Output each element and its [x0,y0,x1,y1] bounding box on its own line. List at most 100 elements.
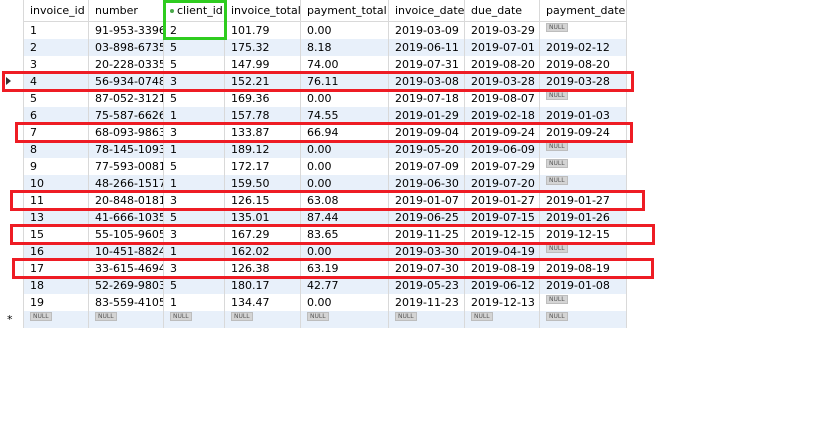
cell-invoice-id[interactable]: 19 [24,294,89,311]
cell-payment-total[interactable]: 0.00 [301,175,389,192]
cell-client-id[interactable]: 1 [164,141,225,158]
table-row[interactable]: 13 41-666-1035 5 135.01 87.44 2019-06-25 2019-… [0,209,627,226]
cell-due-date[interactable]: 2019-08-19 [465,260,540,277]
cell-payment-date[interactable]: 2019-01-03 [540,107,627,124]
cell-client-id[interactable]: 3 [164,73,225,90]
cell-client-id[interactable]: 2 [164,22,225,39]
row-selector[interactable] [0,294,24,311]
cell-invoice-total[interactable]: 133.87 [225,124,301,141]
cell-client-id[interactable]: 5 [164,56,225,73]
row-selector[interactable] [0,107,24,124]
cell-invoice-date[interactable]: 2019-03-09 [389,22,465,39]
row-selector[interactable] [0,277,24,294]
cell-invoice-id[interactable]: 15 [24,226,89,243]
cell-due-date[interactable]: 2019-07-29 [465,158,540,175]
row-selector[interactable] [0,90,24,107]
cell-number[interactable]: 48-266-1517 [89,175,164,192]
column-header-payment-total[interactable]: payment_total [301,0,389,22]
cell-payment-date[interactable]: NULL [540,175,627,192]
cell-client-id[interactable]: 1 [164,294,225,311]
row-selector[interactable] [0,175,24,192]
cell-client-id[interactable]: 3 [164,260,225,277]
table-row[interactable]: 9 77-593-0081 5 172.17 0.00 2019-07-09 2019-07… [0,158,627,175]
cell-number[interactable]: 41-666-1035 [89,209,164,226]
row-selector[interactable] [0,39,24,56]
cell-invoice-total[interactable]: 169.36 [225,90,301,107]
table-row[interactable]: 3 20-228-0335 5 147.99 74.00 2019-07-31 2019-0… [0,56,627,73]
cell-invoice-id[interactable]: NULL [24,311,89,328]
cell-payment-total[interactable]: 0.00 [301,158,389,175]
cell-number[interactable]: 56-934-0748 [89,73,164,90]
table-row[interactable]: 19 83-559-4105 1 134.47 0.00 2019-11-23 2019-1… [0,294,627,311]
row-selector[interactable] [0,209,24,226]
cell-invoice-total[interactable]: 147.99 [225,56,301,73]
cell-payment-date[interactable]: NULL [540,22,627,39]
column-header-payment-date[interactable]: payment_date [540,0,627,22]
cell-payment-date[interactable]: NULL [540,243,627,260]
cell-client-id[interactable]: 5 [164,39,225,56]
column-header-due-date[interactable]: due_date [465,0,540,22]
cell-client-id[interactable]: 5 [164,209,225,226]
cell-number[interactable]: 75-587-6626 [89,107,164,124]
cell-number[interactable]: 33-615-4694 [89,260,164,277]
column-header-invoice-id[interactable]: invoice_id [24,0,89,22]
cell-invoice-date[interactable]: 2019-01-29 [389,107,465,124]
cell-due-date[interactable]: 2019-12-13 [465,294,540,311]
cell-invoice-date[interactable]: 2019-06-25 [389,209,465,226]
row-selector[interactable] [0,260,24,277]
cell-invoice-total[interactable]: 189.12 [225,141,301,158]
cell-invoice-id[interactable]: 16 [24,243,89,260]
cell-invoice-total[interactable]: 101.79 [225,22,301,39]
cell-invoice-total[interactable]: 157.78 [225,107,301,124]
cell-payment-total[interactable]: 66.94 [301,124,389,141]
cell-payment-date[interactable]: 2019-09-24 [540,124,627,141]
table-row[interactable]: 8 78-145-1093 1 189.12 0.00 2019-05-20 2019-06… [0,141,627,158]
cell-due-date[interactable]: 2019-09-24 [465,124,540,141]
column-header-invoice-date[interactable]: invoice_date [389,0,465,22]
cell-payment-date[interactable]: 2019-08-20 [540,56,627,73]
cell-due-date[interactable]: 2019-06-09 [465,141,540,158]
cell-number[interactable]: NULL [89,311,164,328]
cell-payment-total[interactable]: NULL [301,311,389,328]
cell-due-date[interactable]: 2019-08-20 [465,56,540,73]
cell-invoice-date[interactable]: 2019-03-08 [389,73,465,90]
row-selector[interactable] [0,56,24,73]
cell-payment-total[interactable]: 83.65 [301,226,389,243]
table-row[interactable]: 7 68-093-9863 3 133.87 66.94 2019-09-04 2019-0… [0,124,627,141]
cell-invoice-date[interactable]: 2019-07-30 [389,260,465,277]
table-row[interactable]: 6 75-587-6626 1 157.78 74.55 2019-01-29 2019-0… [0,107,627,124]
cell-number[interactable]: 03-898-6735 [89,39,164,56]
result-grid[interactable]: invoice_id number client_id invoice_total pa… [0,0,627,328]
cell-number[interactable]: 20-228-0335 [89,56,164,73]
cell-due-date[interactable]: 2019-03-29 [465,22,540,39]
cell-invoice-total[interactable]: 159.50 [225,175,301,192]
cell-client-id[interactable]: 5 [164,277,225,294]
cell-invoice-id[interactable]: 7 [24,124,89,141]
cell-client-id[interactable]: 1 [164,107,225,124]
cell-number[interactable]: 91-953-3396 [89,22,164,39]
cell-number[interactable]: 55-105-9605 [89,226,164,243]
cell-invoice-total[interactable]: 167.29 [225,226,301,243]
cell-payment-date[interactable]: 2019-08-19 [540,260,627,277]
cell-payment-total[interactable]: 8.18 [301,39,389,56]
table-row[interactable]: 17 33-615-4694 3 126.38 63.19 2019-07-30 2019-… [0,260,627,277]
cell-invoice-id[interactable]: 10 [24,175,89,192]
cell-payment-date[interactable]: NULL [540,90,627,107]
cell-payment-date[interactable]: 2019-03-28 [540,73,627,90]
cell-number[interactable]: 87-052-3121 [89,90,164,107]
table-row[interactable]: 10 48-266-1517 1 159.50 0.00 2019-06-30 2019-0… [0,175,627,192]
cell-payment-total[interactable]: 63.08 [301,192,389,209]
cell-payment-date[interactable]: NULL [540,158,627,175]
cell-invoice-total[interactable]: 152.21 [225,73,301,90]
cell-payment-total[interactable]: 42.77 [301,277,389,294]
cell-due-date[interactable]: 2019-08-07 [465,90,540,107]
row-selector[interactable] [0,158,24,175]
cell-payment-total[interactable]: 74.55 [301,107,389,124]
cell-invoice-total[interactable]: 180.17 [225,277,301,294]
cell-invoice-date[interactable]: 2019-11-23 [389,294,465,311]
cell-invoice-id[interactable]: 3 [24,56,89,73]
row-selector[interactable] [0,226,24,243]
cell-invoice-total[interactable]: 175.32 [225,39,301,56]
new-row-placeholder[interactable]: * NULL NULL NULL NULL NULL NULL NULL NULL [0,311,627,328]
cell-client-id[interactable]: 5 [164,158,225,175]
